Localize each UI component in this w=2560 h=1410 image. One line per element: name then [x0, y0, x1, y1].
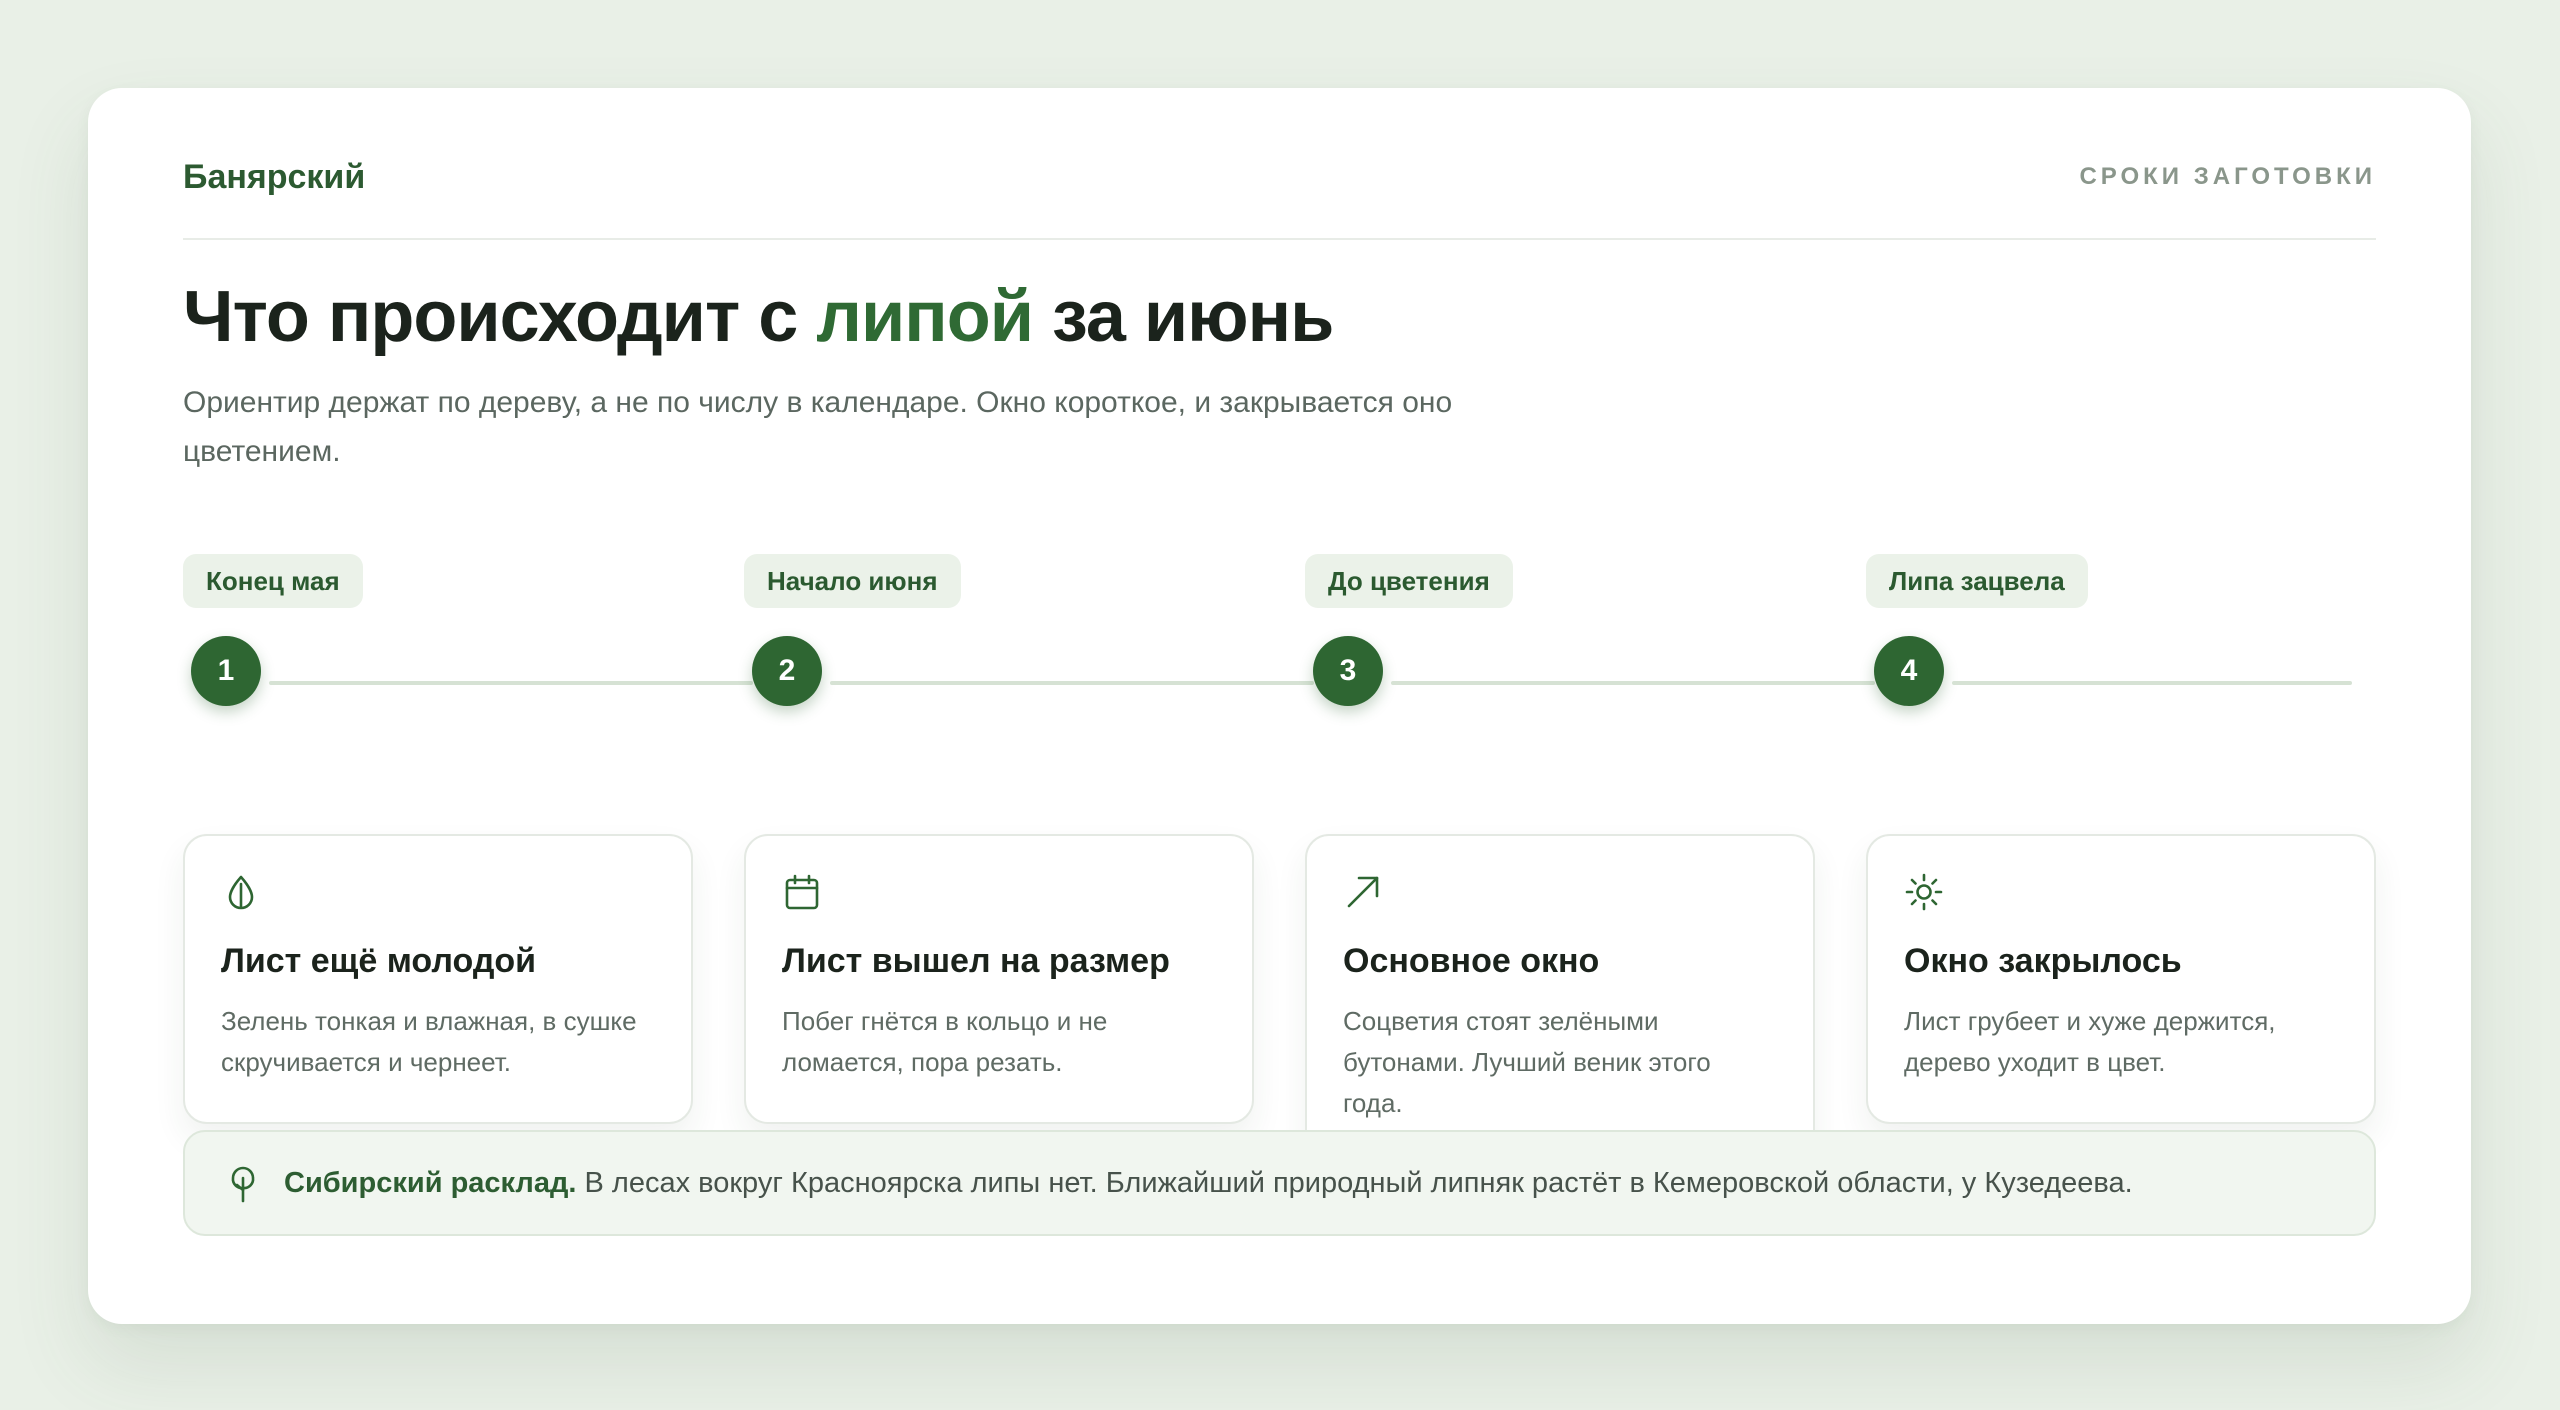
step-number: 3: [1313, 636, 1383, 706]
step-connector: [830, 681, 1314, 685]
note-lead: Сибирский расклад.: [284, 1167, 577, 1199]
step-date-badge: Липа зацвела: [1866, 554, 2088, 608]
step-description: Зелень тонкая и влажная, в сушке скручив…: [221, 1006, 637, 1077]
title-start: Что происходит с: [183, 277, 817, 357]
brand-logo[interactable]: Банярский: [183, 158, 365, 197]
note-content: Сибирский расклад. В лесах вокруг Красно…: [284, 1132, 2133, 1234]
step-card: Основное окно Соцветия стоят зелёными бу…: [1305, 834, 1815, 1165]
title-end: за июнь: [1032, 277, 1334, 357]
tree-icon: [231, 1166, 255, 1203]
page-background: Банярский СРОКИ ЗАГОТОВКИ Что происходит…: [0, 0, 2560, 1410]
sun-icon: [1905, 873, 1943, 911]
step-card: Лист ещё молодой Зелень тонкая и влажная…: [183, 834, 693, 1124]
timeline-step-3: До цветения 3 Основное окно Соцветия сто…: [1305, 554, 1875, 1174]
step-title: Окно закрылось: [1904, 942, 2182, 980]
step-date-badge: Конец мая: [183, 554, 363, 608]
calendar-icon: [785, 874, 819, 910]
timeline-step-1: Конец мая 1 Лист ещё молодой Зелень тонк…: [183, 554, 753, 1174]
nav-link-harvest-dates[interactable]: СРОКИ ЗАГОТОВКИ: [2079, 163, 2376, 191]
step-card: Окно закрылось Лист грубеет и хуже держи…: [1866, 834, 2376, 1124]
page-subtitle: Ориентир держат по дереву, а не по числу…: [183, 386, 1453, 468]
step-connector: [1391, 681, 1875, 685]
step-title: Лист ещё молодой: [221, 942, 537, 980]
step-number: 1: [191, 636, 261, 706]
step-title: Основное окно: [1343, 942, 1600, 980]
leaf-drop-icon: [228, 875, 254, 910]
title-accent: липой: [816, 277, 1034, 357]
timeline-step-4: Липа зацвела 4 Окно закрылось Лист грубе…: [1866, 554, 2376, 1174]
step-connector: [1952, 681, 2352, 685]
step-description: Соцветия стоят зелёными бутонами. Лучший…: [1343, 1006, 1711, 1118]
step-date-badge: До цветения: [1305, 554, 1513, 608]
header: Банярский СРОКИ ЗАГОТОВКИ: [183, 88, 2376, 240]
note-text: В лесах вокруг Красноярска липы нет. Бли…: [576, 1167, 2133, 1199]
arrow-up-right-icon: [1347, 876, 1379, 908]
timeline-step-2: Начало июня 2 Лист вышел на размер Побег…: [744, 554, 1314, 1174]
step-title: Лист вышел на размер: [782, 942, 1170, 980]
page-title: Что происходит с липой за июнь: [183, 276, 1334, 358]
step-date-badge: Начало июня: [744, 554, 961, 608]
main-card: Банярский СРОКИ ЗАГОТОВКИ Что происходит…: [88, 88, 2471, 1324]
step-number: 4: [1874, 636, 1944, 706]
timeline: Конец мая 1 Лист ещё молодой Зелень тонк…: [183, 554, 2376, 1174]
step-number: 2: [752, 636, 822, 706]
step-connector: [269, 681, 753, 685]
step-description: Лист грубеет и хуже держится, дерево ухо…: [1904, 1006, 2276, 1077]
step-description: Побег гнётся в кольцо и не ломается, пор…: [782, 1006, 1108, 1077]
info-note: Сибирский расклад. В лесах вокруг Красно…: [183, 1130, 2376, 1236]
step-card: Лист вышел на размер Побег гнётся в коль…: [744, 834, 1254, 1124]
